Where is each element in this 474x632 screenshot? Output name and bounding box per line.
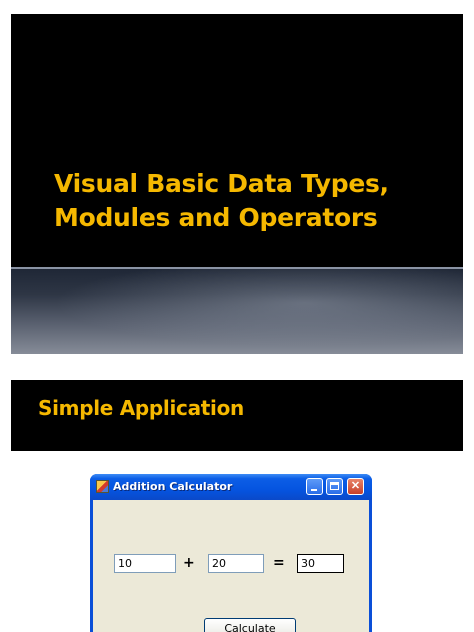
slide-header: Simple Application xyxy=(11,380,463,451)
title-slide: Visual Basic Data Types, Modules and Ope… xyxy=(11,14,463,354)
close-button[interactable]: ✕ xyxy=(347,478,364,495)
addition-calculator-window: Addition Calculator ✕ 10 + 20 = 30 Calcu… xyxy=(90,474,372,632)
window-client-area: 10 + 20 = 30 Calculate xyxy=(93,500,369,632)
equals-label: = xyxy=(273,555,285,571)
maximize-button[interactable] xyxy=(326,478,343,495)
window-title: Addition Calculator xyxy=(113,480,233,493)
first-number-field[interactable]: 10 xyxy=(114,554,176,573)
minimize-icon xyxy=(311,489,317,491)
close-icon: ✕ xyxy=(350,480,361,492)
result-field[interactable]: 30 xyxy=(297,554,344,573)
slide-heading: Simple Application xyxy=(38,396,244,420)
decorative-band xyxy=(11,267,463,354)
minimize-button[interactable] xyxy=(306,478,323,495)
window-titlebar[interactable]: Addition Calculator ✕ xyxy=(90,474,372,500)
calculate-button[interactable]: Calculate xyxy=(204,618,296,632)
second-number-field[interactable]: 20 xyxy=(208,554,264,573)
app-icon xyxy=(96,480,109,493)
maximize-icon xyxy=(330,482,339,490)
plus-label: + xyxy=(183,555,195,571)
content-slide: Simple Application Addition Calculator ✕… xyxy=(11,380,463,632)
slide-title: Visual Basic Data Types, Modules and Ope… xyxy=(54,169,389,232)
